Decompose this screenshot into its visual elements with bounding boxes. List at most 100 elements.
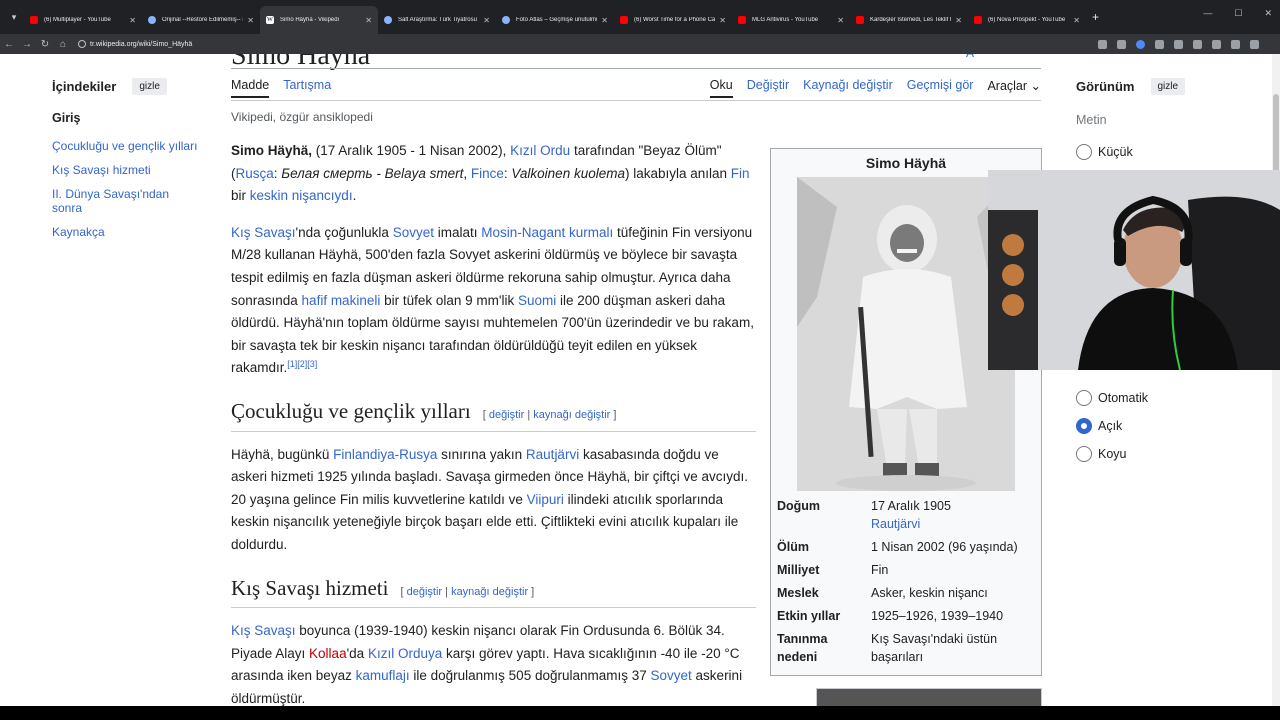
radio-button[interactable] bbox=[1076, 144, 1092, 160]
tab-edit[interactable]: Değiştir bbox=[747, 78, 789, 98]
url-field[interactable]: tr.wikipedia.org/wiki/Simo_Häyhä bbox=[78, 36, 1088, 52]
link-winter-war[interactable]: Kış Savaşı bbox=[231, 623, 296, 638]
link-soviet[interactable]: Sovyet bbox=[393, 225, 434, 240]
link-winter-war[interactable]: Kış Savaşı bbox=[231, 225, 296, 240]
page-scrollbar[interactable] bbox=[1272, 54, 1280, 706]
menu-icon[interactable] bbox=[1250, 39, 1259, 49]
link-camouflage[interactable]: kamuflajı bbox=[356, 668, 410, 683]
tab-strip: (6) Multiplayer - YouTube ✕ Orijinal --Res… bbox=[24, 0, 1086, 34]
tab-history[interactable]: Geçmişi gör bbox=[907, 78, 974, 98]
citation-refs[interactable]: [1][2][3] bbox=[287, 359, 317, 369]
tab-title: (6) Nova Prospekt - YouTube bbox=[988, 17, 1066, 23]
browser-tab[interactable]: Orijinal --Restore Edilmemiş-- Fot ✕ bbox=[142, 6, 260, 34]
link-soviet-2[interactable]: Sovyet bbox=[651, 668, 692, 683]
toc-hide-button[interactable]: gizle bbox=[132, 78, 167, 95]
close-tab-icon[interactable]: ✕ bbox=[719, 16, 726, 25]
browser-tab[interactable]: MLG Antivirus - YouTube ✕ bbox=[732, 6, 850, 34]
close-tab-icon[interactable]: ✕ bbox=[365, 16, 372, 25]
webcam-feed bbox=[988, 170, 1280, 370]
tab-talk[interactable]: Tartışma bbox=[283, 78, 331, 92]
close-tab-icon[interactable]: ✕ bbox=[1073, 16, 1080, 25]
radio-theme-dark[interactable]: Koyu bbox=[1076, 446, 1127, 462]
translate-icon[interactable] bbox=[1212, 39, 1221, 49]
tools-menu[interactable]: Araçlar ⌄ bbox=[987, 78, 1041, 98]
browser-tab[interactable]: (6) Multiplayer - YouTube ✕ bbox=[24, 6, 142, 34]
link-rautjarvi[interactable]: Rautjärvi bbox=[526, 447, 579, 462]
tab-title: Orijinal --Restore Edilmemiş-- Fot bbox=[162, 17, 244, 23]
link-fin[interactable]: Fin bbox=[731, 166, 750, 181]
section-edit-link[interactable]: değiştir bbox=[407, 586, 442, 598]
browser-tab[interactable]: Salt Araştırma: Türk Tiyatrosu ✕ bbox=[378, 6, 496, 34]
link-red-army[interactable]: Kızıl Ordu bbox=[510, 143, 570, 158]
tab-edit-source[interactable]: Kaynağı değiştir bbox=[803, 78, 893, 98]
close-tab-icon[interactable]: ✕ bbox=[483, 16, 490, 25]
browser-tab[interactable]: Kardeşler İstemedi, Les Teklif İle ✕ bbox=[850, 6, 968, 34]
language-icon[interactable]: A bbox=[966, 54, 974, 60]
link-finnish[interactable]: Fince bbox=[471, 166, 504, 181]
close-tab-icon[interactable]: ✕ bbox=[601, 16, 608, 25]
link-smg[interactable]: hafif makineli bbox=[302, 293, 381, 308]
site-info-icon[interactable] bbox=[78, 40, 86, 48]
tab-search-icon[interactable]: ▾ bbox=[4, 7, 24, 27]
infobox-table: Doğum 17 Aralık 1905 Rautjärvi Ölüm 1 Nisan… bbox=[777, 497, 1039, 671]
radio-small[interactable]: Küçük bbox=[1076, 144, 1133, 160]
section-edit-source-link[interactable]: kaynağı değiştir bbox=[451, 586, 528, 598]
toc-item-intro[interactable]: Giriş bbox=[52, 111, 202, 125]
zoom-icon[interactable] bbox=[1098, 39, 1107, 49]
link-viipuri[interactable]: Viipuri bbox=[527, 492, 564, 507]
radio-button[interactable] bbox=[1076, 390, 1092, 406]
close-window-icon[interactable]: ✕ bbox=[1264, 8, 1272, 19]
toc-item-references[interactable]: Kaynakça bbox=[52, 225, 202, 239]
maximize-icon[interactable]: ☐ bbox=[1234, 8, 1242, 19]
paragraph-intro: Simo Häyhä, (17 Aralık 1905 - 1 Nisan 20… bbox=[231, 143, 750, 204]
radio-theme-light[interactable]: Açık bbox=[1076, 418, 1122, 434]
extensions-puzzle-icon[interactable] bbox=[1174, 39, 1183, 49]
browser-tab[interactable]: (6) Worst Time for a Phone Call ✕ bbox=[614, 6, 732, 34]
toc-item-childhood[interactable]: Çocukluğu ve gençlik yılları bbox=[52, 139, 202, 153]
section-edit-link[interactable]: değiştir bbox=[489, 409, 524, 421]
extension-icon[interactable] bbox=[1136, 39, 1145, 49]
link-mosin-nagant[interactable]: Mosin-Nagant kurmalı bbox=[481, 225, 613, 240]
tab-article[interactable]: Madde bbox=[231, 78, 270, 98]
browser-tab[interactable]: W Simo Häyhä - Vikipedi ✕ bbox=[260, 6, 378, 34]
section-edit-source-link[interactable]: kaynağı değiştir bbox=[533, 409, 610, 421]
section-edit-links: [ değiştir | kaynağı değiştir ] bbox=[400, 585, 535, 598]
home-icon[interactable]: ⌂ bbox=[54, 39, 72, 50]
address-bar-row: ← → ↻ ⌂ tr.wikipedia.org/wiki/Simo_Häyhä bbox=[0, 34, 1280, 54]
close-tab-icon[interactable]: ✕ bbox=[955, 16, 962, 25]
infobox-row-birth: Doğum 17 Aralık 1905 Rautjärvi bbox=[777, 499, 951, 531]
browser-tab[interactable]: Foto Atlas – Geçmişe unutulmuş... ✕ bbox=[496, 6, 614, 34]
close-tab-icon[interactable]: ✕ bbox=[129, 16, 136, 25]
link-sniper[interactable]: keskin nişancıydı bbox=[250, 188, 353, 203]
tab-read[interactable]: Oku bbox=[709, 78, 733, 98]
toolbar-icons bbox=[1098, 39, 1259, 49]
link-suomi[interactable]: Suomi bbox=[518, 293, 556, 308]
back-arrow-icon[interactable]: ← bbox=[0, 39, 18, 50]
radio-theme-auto[interactable]: Otomatik bbox=[1076, 390, 1148, 406]
section-heading-winter-war: Kış Savaşı hizmeti[ değiştir | kaynağı d… bbox=[231, 576, 756, 609]
browser-tab[interactable]: (6) Nova Prospekt - YouTube ✕ bbox=[968, 6, 1086, 34]
reload-icon[interactable]: ↻ bbox=[36, 39, 54, 50]
new-tab-icon[interactable]: + bbox=[1092, 10, 1099, 24]
toc-item-winter-war[interactable]: Kış Savaşı hizmeti bbox=[52, 163, 202, 177]
portrait-photo[interactable] bbox=[797, 177, 1015, 491]
secondary-image[interactable] bbox=[816, 688, 1042, 706]
forward-arrow-icon[interactable]: → bbox=[18, 39, 36, 50]
link-kollaa[interactable]: Kollaa bbox=[309, 646, 347, 661]
bookmark-star-icon[interactable] bbox=[1117, 39, 1126, 49]
portrait-illustration bbox=[797, 177, 1015, 491]
close-tab-icon[interactable]: ✕ bbox=[247, 16, 254, 25]
minimize-icon[interactable]: — bbox=[1203, 8, 1212, 19]
appearance-hide-button[interactable]: gizle bbox=[1150, 78, 1186, 95]
close-tab-icon[interactable]: ✕ bbox=[837, 16, 844, 25]
radio-button-selected[interactable] bbox=[1076, 418, 1092, 434]
link-birthplace[interactable]: Rautjärvi bbox=[871, 517, 920, 531]
radio-button[interactable] bbox=[1076, 446, 1092, 462]
extension-icon-2[interactable] bbox=[1155, 39, 1164, 49]
link-russian[interactable]: Rusça bbox=[236, 166, 274, 181]
profile-icon[interactable] bbox=[1231, 39, 1240, 49]
reading-list-icon[interactable] bbox=[1193, 39, 1202, 49]
link-red-army-2[interactable]: Kızıl Orduya bbox=[368, 646, 442, 661]
toc-item-post-ww2[interactable]: II. Dünya Savaşı'ndan sonra bbox=[52, 187, 202, 215]
link-finland-russia[interactable]: Finlandiya-Rusya bbox=[333, 447, 437, 462]
